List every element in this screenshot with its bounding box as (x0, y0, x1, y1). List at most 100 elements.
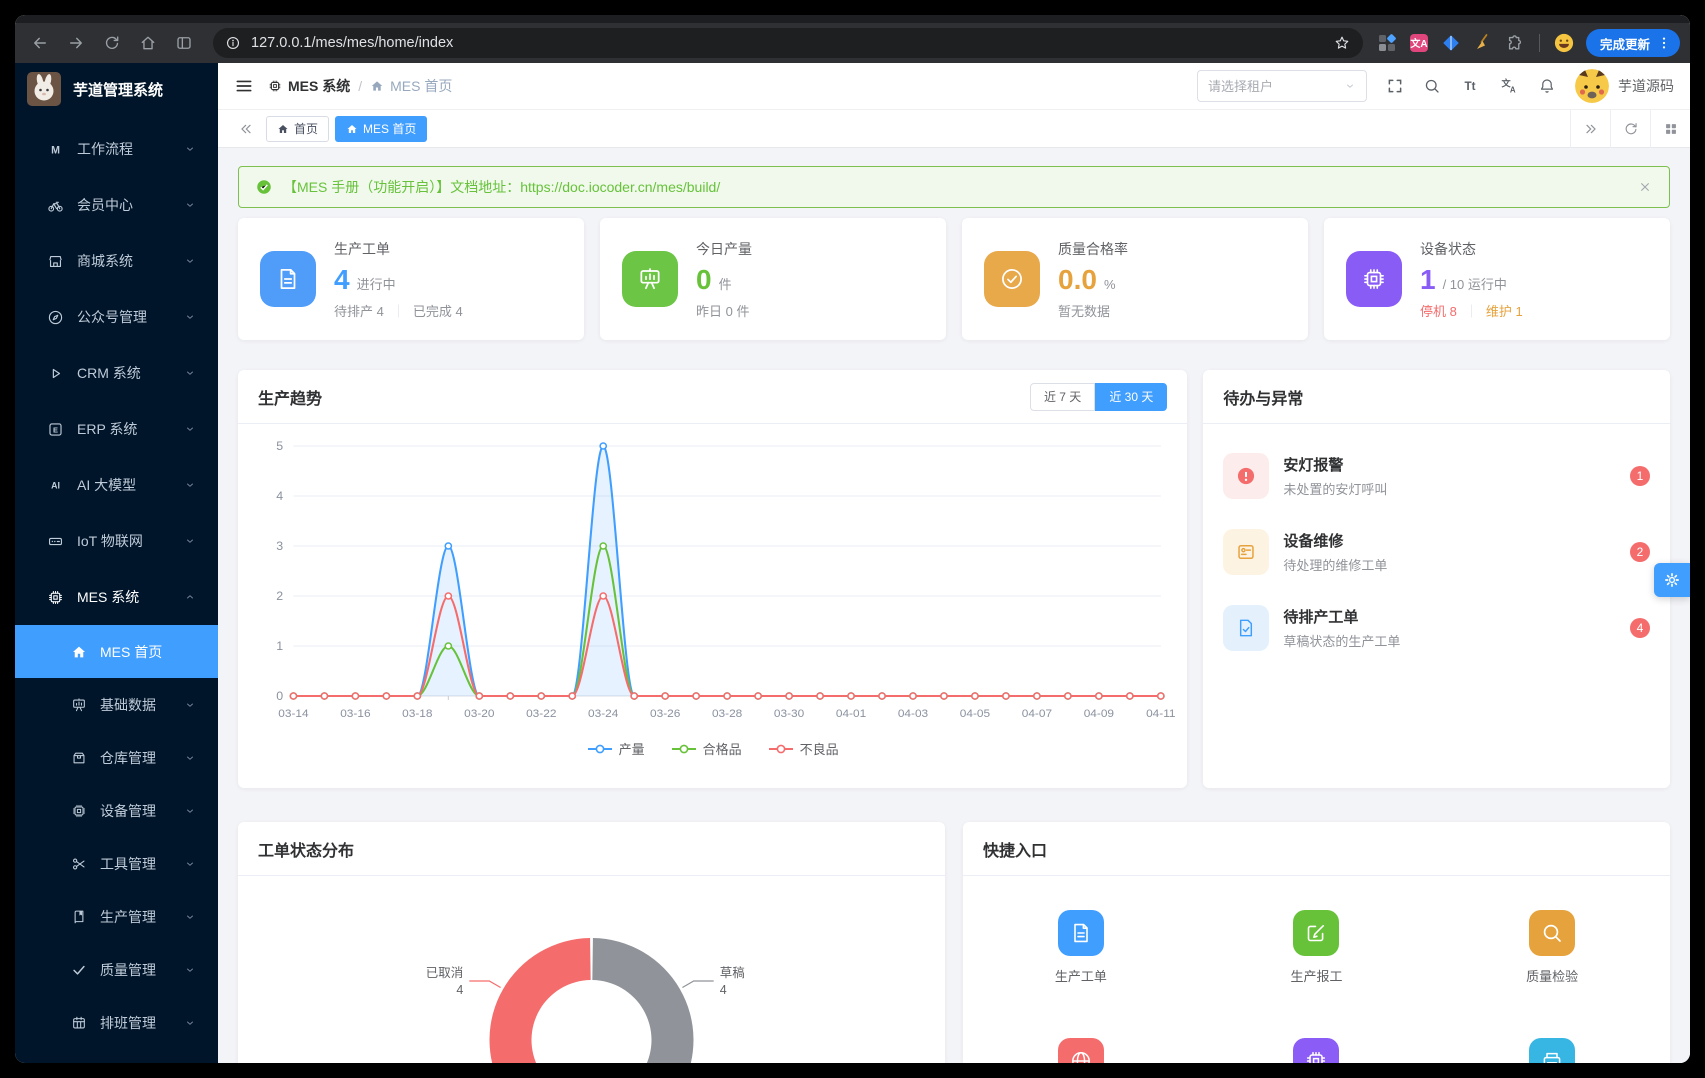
todo-item-pending-orders[interactable]: 待排产工单 草稿状态的生产工单 4 (1223, 590, 1650, 666)
sidebar-item-mes-home[interactable]: MES 首页 (15, 625, 218, 678)
quick-entry-monitor[interactable] (963, 1038, 1199, 1063)
distribution-title: 工单状态分布 (258, 842, 355, 860)
chevron-up-icon (184, 591, 196, 603)
sidebar-item-crm[interactable]: CRM 系统 (15, 345, 218, 401)
breadcrumb: MES 系统 / MES 首页 (268, 76, 452, 96)
legend-item[interactable]: 不良品 (768, 739, 839, 758)
quick-entry-work-order[interactable]: 生产工单 (963, 910, 1199, 984)
donut-chart: 草稿 4 已取消 4 (238, 888, 945, 1063)
extension-broom-icon[interactable] (1473, 33, 1493, 53)
stat-sub-right: 已完成 4 (412, 303, 463, 319)
close-icon[interactable] (1637, 179, 1653, 195)
chevron-down-icon (1344, 80, 1356, 92)
back-button[interactable] (25, 28, 55, 58)
side-panel-button[interactable] (169, 28, 199, 58)
compass-icon (47, 309, 64, 326)
quick-entry-device[interactable] (1199, 1038, 1435, 1063)
layout-grid-icon[interactable] (1650, 109, 1690, 148)
tab-mes-home[interactable]: MES 首页 (335, 115, 428, 142)
chrome-update-button[interactable]: 完成更新 (1585, 29, 1680, 57)
browser-toolbar: 文A 完成更新 (15, 23, 1690, 63)
sidebar-item-label: 工具管理 (100, 855, 156, 872)
workflow-icon (47, 141, 64, 158)
window-top-strip (15, 15, 1690, 23)
profile-avatar-icon[interactable] (1554, 33, 1574, 53)
todo-item-maintenance[interactable]: 设备维修 待处理的维修工单 2 (1223, 514, 1650, 590)
scissors-icon (71, 856, 87, 872)
refresh-tab-icon[interactable] (1610, 109, 1650, 148)
site-info-icon[interactable] (225, 35, 241, 51)
app-logo[interactable]: 芋道管理系统 (15, 63, 218, 115)
stat-sub-separator: ｜ (391, 303, 405, 319)
sidebar-item-quality[interactable]: 质量管理 (15, 943, 218, 996)
quick-entry-label: 质量检验 (1526, 969, 1579, 984)
address-bar[interactable] (213, 28, 1363, 58)
svg-text:草稿: 草稿 (720, 965, 745, 980)
collapse-menu-icon[interactable] (234, 76, 254, 96)
scroll-right-icon[interactable] (1570, 109, 1610, 148)
stat-sub-right: 维护 1 (1485, 303, 1523, 319)
sidebar-item-base-data[interactable]: 基础数据 (15, 678, 218, 731)
sidebar-item-erp[interactable]: ERP 系统 (15, 401, 218, 457)
reload-button[interactable] (97, 28, 127, 58)
sidebar-item-member[interactable]: 会员中心 (15, 177, 218, 233)
chevron-down-icon (184, 858, 196, 870)
todo-item-andon[interactable]: 安灯报警 未处置的安灯呼叫 1 (1223, 438, 1650, 514)
sidebar-item-tool[interactable]: 工具管理 (15, 837, 218, 890)
legend-item[interactable]: 合格品 (671, 739, 742, 758)
count-badge: 4 (1630, 618, 1650, 638)
svg-text:4: 4 (276, 489, 283, 503)
sidebar-item-iot[interactable]: IoT 物联网 (15, 513, 218, 569)
legend-item[interactable]: 产量 (587, 739, 645, 758)
trend-title: 生产趋势 (258, 390, 323, 408)
stat-sub-left: 昨日 0 件 (696, 303, 750, 319)
tenant-input[interactable] (1208, 78, 1338, 94)
stat-title: 生产工单 (334, 240, 390, 257)
theme-settings-button[interactable] (1654, 563, 1690, 597)
stat-value: 0 (696, 263, 712, 295)
quick-entry-report-work[interactable]: 生产报工 (1199, 910, 1435, 984)
range-7d-button[interactable]: 近 7 天 (1029, 382, 1096, 411)
svg-text:03-24: 03-24 (588, 707, 619, 720)
tab-home[interactable]: 首页 (266, 115, 330, 142)
font-size-icon[interactable] (1460, 76, 1480, 96)
sidebar-item-device[interactable]: 设备管理 (15, 784, 218, 837)
range-30d-button[interactable]: 近 30 天 (1095, 382, 1168, 411)
sidebar-item-warehouse[interactable]: 仓库管理 (15, 731, 218, 784)
svg-text:04-01: 04-01 (836, 707, 866, 720)
todo-item-title: 安灯报警 (1283, 457, 1344, 474)
sidebar-item-ai[interactable]: AI 大模型 (15, 457, 218, 513)
translate-icon[interactable] (1499, 76, 1519, 96)
check-icon (71, 962, 87, 978)
sidebar-item-mp[interactable]: 公众号管理 (15, 289, 218, 345)
board-icon (622, 251, 678, 307)
extension-grid-icon[interactable] (1377, 33, 1397, 53)
forward-button[interactable] (61, 28, 91, 58)
sidebar-submenu: MES 首页 基础数据 仓库管理 设备管理 工具管理 生产管理 质量管理 排班管… (15, 625, 218, 1049)
user-menu[interactable]: 芋道源码 (1575, 69, 1674, 103)
scroll-left-icon[interactable] (230, 121, 262, 137)
bell-icon[interactable] (1538, 77, 1556, 95)
sidebar-item-production[interactable]: 生产管理 (15, 890, 218, 943)
sidebar-item-schedule[interactable]: 排班管理 (15, 996, 218, 1049)
breadcrumb-root[interactable]: MES 系统 (268, 76, 350, 96)
extensions-puzzle-icon[interactable] (1505, 33, 1525, 53)
extension-kite-icon[interactable] (1441, 33, 1461, 53)
bookmark-star-icon[interactable] (1333, 34, 1351, 52)
sidebar-item-workflow[interactable]: 工作流程 (15, 121, 218, 177)
sidebar-item-mall[interactable]: 商城系统 (15, 233, 218, 289)
tenant-select[interactable] (1197, 70, 1367, 102)
quick-entry-quality-check[interactable]: 质量检验 (1434, 910, 1670, 984)
search-icon[interactable] (1423, 77, 1441, 95)
svg-text:文A: 文A (1410, 37, 1427, 50)
document-check-icon (1223, 605, 1270, 651)
sidebar-item-label: 仓库管理 (100, 749, 156, 766)
extension-translate-icon[interactable]: 文A (1409, 33, 1429, 53)
fullscreen-icon[interactable] (1386, 77, 1404, 95)
home-button[interactable] (133, 28, 163, 58)
url-input[interactable] (251, 35, 1323, 51)
alert-doc-link[interactable]: https://doc.iocoder.cn/mes/build/ (520, 179, 720, 195)
sidebar-item-mes[interactable]: MES 系统 (15, 569, 218, 625)
menu-dots-icon[interactable] (1656, 35, 1672, 51)
quick-entry-report-print[interactable] (1434, 1038, 1670, 1063)
